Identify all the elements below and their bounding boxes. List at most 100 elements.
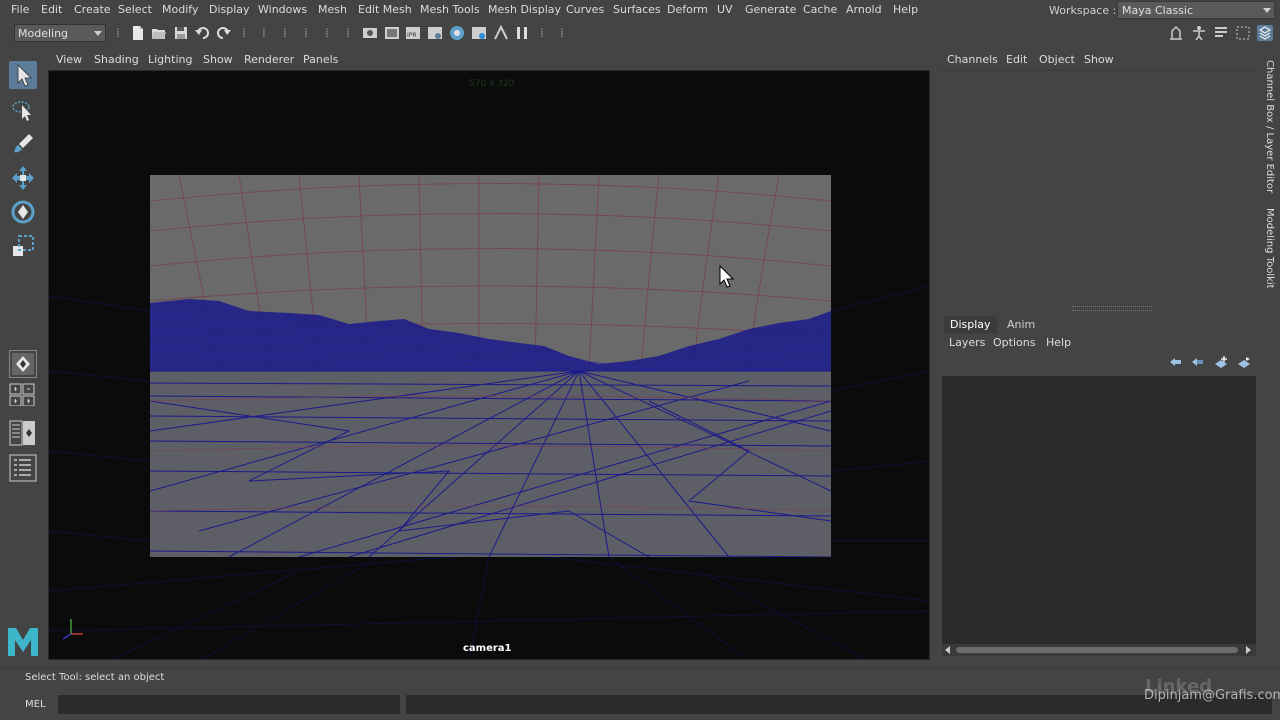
menu-help[interactable]: Help — [893, 3, 918, 16]
move-tool[interactable] — [9, 164, 37, 192]
undo-icon[interactable] — [194, 25, 210, 41]
layer-editor-tabs: Display Anim — [940, 316, 1260, 334]
menu-deform[interactable]: Deform — [667, 3, 708, 16]
menu-arnold[interactable]: Arnold — [846, 3, 882, 16]
new-layer-icon[interactable] — [1214, 355, 1228, 369]
channel-menu-object[interactable]: Object — [1039, 53, 1075, 66]
viewport-menu-view[interactable]: View — [56, 53, 82, 66]
menu-windows[interactable]: Windows — [258, 3, 307, 16]
menu-mesh[interactable]: Mesh — [318, 3, 347, 16]
layer-menu-layers[interactable]: Layers — [949, 336, 985, 349]
collapse-icon[interactable]: ⁞ — [262, 26, 268, 40]
collapse-icon[interactable]: ⁞ — [540, 26, 546, 40]
scroll-right-icon[interactable] — [1246, 646, 1251, 654]
pause-icon[interactable] — [514, 25, 530, 41]
viewport-menu-renderer[interactable]: Renderer — [244, 53, 294, 66]
arnold-render-view-icon[interactable] — [471, 25, 487, 41]
lasso-tool[interactable] — [9, 96, 37, 124]
menu-mesh-display[interactable]: Mesh Display — [488, 3, 561, 16]
menu-set-select[interactable]: Modeling — [14, 24, 106, 42]
new-layer-selected-icon[interactable] — [1237, 355, 1251, 369]
command-language-label[interactable]: MEL — [25, 699, 46, 710]
menu-file[interactable]: File — [11, 3, 29, 16]
menu-cache[interactable]: Cache — [803, 3, 837, 16]
collapse-icon[interactable]: ⁞ — [242, 26, 248, 40]
rotate-tool[interactable] — [9, 198, 37, 226]
select-tool[interactable] — [9, 61, 37, 89]
outliner-button[interactable] — [9, 454, 37, 482]
workspace-label: Workspace : — [1049, 4, 1117, 17]
ground-plane — [150, 371, 831, 557]
menu-display[interactable]: Display — [209, 3, 250, 16]
channel-box-menubar: Channels Edit Object Show — [940, 50, 1260, 70]
scroll-left-icon[interactable] — [945, 646, 950, 654]
single-perspective-layout-button[interactable] — [9, 350, 37, 378]
layer-list-scrollbar[interactable] — [942, 644, 1256, 656]
collapse-icon[interactable]: ⁞ — [560, 26, 566, 40]
menu-select[interactable]: Select — [118, 3, 152, 16]
perspective-viewport[interactable]: 570 x 320 camera1 — [48, 70, 930, 660]
attribute-editor-icon[interactable] — [1213, 25, 1229, 41]
panel-splitter[interactable] — [1072, 306, 1152, 311]
side-tab-modeling-toolkit[interactable]: Modeling Toolkit — [1264, 208, 1275, 289]
arrow-cursor-icon — [17, 64, 32, 87]
render-frame-icon[interactable] — [384, 25, 400, 41]
scrollbar-thumb[interactable] — [956, 647, 1238, 653]
viewport-menu-panels[interactable]: Panels — [303, 53, 338, 66]
human-ik-icon[interactable] — [1191, 25, 1207, 41]
hypershade-icon[interactable] — [449, 25, 465, 41]
workspace-value: Maya Classic — [1122, 4, 1194, 17]
viewport-menu-lighting[interactable]: Lighting — [148, 53, 192, 66]
menu-modify[interactable]: Modify — [162, 3, 198, 16]
menu-edit-mesh[interactable]: Edit Mesh — [358, 3, 412, 16]
layer-menu-help[interactable]: Help — [1046, 336, 1071, 349]
channel-menu-show[interactable]: Show — [1084, 53, 1114, 66]
lasso-icon — [12, 101, 31, 121]
move-layer-up-icon[interactable] — [1168, 355, 1182, 369]
new-scene-icon[interactable] — [130, 25, 146, 41]
collapse-icon[interactable]: ⁞ — [283, 26, 289, 40]
rotate-icon — [11, 200, 35, 224]
tab-display[interactable]: Display — [944, 316, 997, 334]
menu-generate[interactable]: Generate — [745, 3, 796, 16]
layer-menu-options[interactable]: Options — [993, 336, 1035, 349]
persp-outliner-layout-button[interactable] — [9, 420, 37, 446]
save-scene-icon[interactable] — [173, 25, 189, 41]
menu-mesh-tools[interactable]: Mesh Tools — [420, 3, 480, 16]
side-tab-channel-box[interactable]: Channel Box / Layer Editor — [1264, 60, 1275, 193]
menu-curves[interactable]: Curves — [566, 3, 604, 16]
menu-edit[interactable]: Edit — [41, 3, 62, 16]
status-line — [0, 20, 1280, 46]
menu-surfaces[interactable]: Surfaces — [613, 3, 661, 16]
help-line — [0, 668, 1280, 689]
command-input[interactable] — [58, 695, 400, 714]
modeling-toolkit-icon[interactable] — [1168, 25, 1184, 41]
channel-box-body — [940, 70, 1258, 303]
render-settings-icon[interactable] — [362, 25, 378, 41]
viewport-menu-shading[interactable]: Shading — [94, 53, 139, 66]
scale-tool[interactable] — [9, 232, 37, 260]
four-view-layout-button[interactable] — [9, 382, 37, 407]
collapse-icon[interactable]: ⁞ — [304, 26, 310, 40]
menu-uv[interactable]: UV — [717, 3, 733, 16]
render-view-settings-icon[interactable] — [427, 25, 443, 41]
arnold-shelf-icon[interactable] — [493, 24, 509, 41]
separator-icon[interactable]: ⁞ — [116, 26, 122, 40]
workspace-select[interactable]: Maya Classic — [1117, 1, 1275, 19]
collapse-icon[interactable]: ⁞ — [346, 26, 352, 40]
move-layer-down-icon[interactable] — [1190, 355, 1204, 369]
paint-select-tool[interactable] — [9, 130, 37, 158]
tab-anim[interactable]: Anim — [1001, 316, 1041, 334]
ipr-render-icon[interactable]: IPR — [405, 25, 421, 41]
channel-menu-channels[interactable]: Channels — [947, 53, 998, 66]
open-scene-icon[interactable] — [151, 25, 167, 41]
menu-create[interactable]: Create — [74, 3, 111, 16]
channel-box-icon[interactable] — [1257, 25, 1273, 41]
channel-menu-edit[interactable]: Edit — [1006, 53, 1027, 66]
toolbox — [0, 56, 46, 664]
layer-list[interactable] — [942, 376, 1256, 644]
viewport-menu-show[interactable]: Show — [203, 53, 233, 66]
tool-settings-icon[interactable] — [1235, 25, 1251, 41]
collapse-icon[interactable]: ⁞ — [325, 26, 331, 40]
redo-icon[interactable] — [216, 25, 232, 41]
